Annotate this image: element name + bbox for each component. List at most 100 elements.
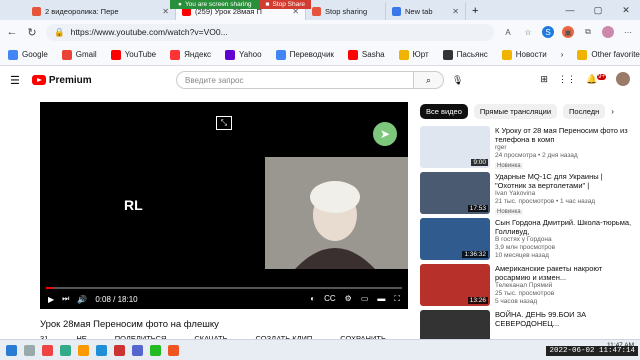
- duration-badge: 17:53: [467, 205, 488, 212]
- chevron-right-icon[interactable]: ›: [561, 50, 564, 59]
- next-icon[interactable]: ⏭: [62, 294, 69, 304]
- notification-badge: 9+: [597, 73, 606, 80]
- play-icon[interactable]: ▶: [48, 295, 54, 304]
- youtube-logo[interactable]: Premium: [31, 75, 92, 86]
- theater-icon[interactable]: ▬: [377, 294, 385, 304]
- bookmark[interactable]: Gmail: [61, 49, 97, 60]
- fullscreen-icon[interactable]: ⛶: [394, 294, 400, 304]
- taskbar: 11:47 AM: [0, 339, 640, 360]
- bookmark[interactable]: YouTube: [110, 49, 156, 60]
- create-icon[interactable]: ⊞: [540, 74, 548, 85]
- back-icon[interactable]: ←: [6, 26, 18, 38]
- tab-strip: 2 видеоролика: Пере ✕ (259) Урок 28мая П…: [0, 0, 640, 20]
- chip-live[interactable]: Прямые трансляции: [473, 104, 558, 119]
- address-toolbar: ← ↻ 🔒 https://www.youtube.com/watch?v=VO…: [0, 20, 640, 44]
- windows-start-icon[interactable]: [6, 344, 17, 356]
- chevron-right-icon[interactable]: ›: [611, 107, 614, 116]
- bookmark[interactable]: Яндекс: [170, 49, 211, 60]
- lock-icon: 🔒: [54, 26, 65, 37]
- volume-icon[interactable]: 🔊: [77, 295, 87, 304]
- minimize-icon[interactable]: —: [556, 5, 584, 15]
- video-thumbnail[interactable]: 9:00: [420, 126, 490, 168]
- rec-channel: Ivan Yakovina: [495, 190, 536, 197]
- app-icon[interactable]: [78, 344, 89, 356]
- chip-all[interactable]: Все видео: [420, 104, 468, 119]
- edge-icon[interactable]: [96, 344, 107, 356]
- list-item[interactable]: 1:36:32 Сын Гордона Дмитрий. Школа-тюрьм…: [420, 218, 634, 263]
- video-player[interactable]: RL ⤡ ➤ ▶ ⏭ 🔊 0:08 / 18:10 ◐ CC ⚙ ▭ ▬ ⛶: [40, 102, 408, 309]
- autoplay-toggle[interactable]: ◐: [310, 294, 315, 304]
- bell-icon[interactable]: 🔔9+: [586, 73, 606, 85]
- tab-label: 2 видеоролика: Пере: [45, 6, 119, 16]
- extension-icon[interactable]: ▣: [562, 26, 574, 38]
- search-icon[interactable]: [24, 344, 35, 356]
- other-favorites[interactable]: Other favorites: [577, 49, 640, 60]
- maximize-icon[interactable]: ▢: [584, 5, 612, 16]
- browser-tab[interactable]: 2 видеоролика: Пере ✕: [26, 2, 176, 20]
- list-item[interactable]: 9:00 К Уроку от 28 мая Переносим фото из…: [420, 126, 634, 171]
- app-icon[interactable]: [132, 344, 143, 356]
- mic-icon[interactable]: 🎙: [452, 75, 463, 86]
- camera-feed: [265, 157, 408, 269]
- settings-icon[interactable]: ⚙: [345, 294, 352, 304]
- rec-title: К Уроку от 28 мая Переносим фото из теле…: [495, 126, 628, 144]
- list-item[interactable]: 17:53 Ударные MQ-1C для Украины | "Охотн…: [420, 172, 634, 217]
- bookmark[interactable]: Пасьянс: [442, 49, 488, 60]
- address-bar[interactable]: 🔒 https://www.youtube.com/watch?v=VO0...: [46, 23, 494, 41]
- bookmark[interactable]: Sasha: [347, 49, 385, 60]
- bookmark[interactable]: Переводчик: [275, 49, 334, 60]
- extension-icon[interactable]: S: [542, 26, 554, 38]
- spade-icon: [442, 49, 453, 60]
- rec-stats: 25 тыс. просмотров: [495, 290, 555, 297]
- new-badge: Новинка: [495, 163, 523, 169]
- tab-favicon: [312, 6, 321, 16]
- bookmark[interactable]: Юрт: [398, 49, 429, 60]
- tab-label: Stop sharing: [325, 6, 368, 16]
- app-icon[interactable]: [150, 344, 161, 356]
- miniplayer-icon[interactable]: ▭: [361, 294, 369, 304]
- collections-icon[interactable]: ⧉: [582, 26, 594, 38]
- video-thumbnail[interactable]: 1:36:32: [420, 218, 490, 260]
- menu-icon[interactable]: ☰: [10, 74, 20, 87]
- youtube-icon: [347, 49, 358, 60]
- list-item[interactable]: 13:26 Американские ракеты накроют росарм…: [420, 264, 634, 309]
- duration-badge: 13:26: [467, 297, 488, 304]
- rec-age: 10 месяцев назад: [495, 252, 549, 259]
- favorite-star-icon[interactable]: ☆: [522, 26, 534, 38]
- browser-tab[interactable]: Stop sharing: [306, 2, 386, 20]
- bookmark[interactable]: Yahoo: [225, 49, 262, 60]
- read-aloud-icon[interactable]: A: [502, 26, 514, 38]
- app-icon[interactable]: [60, 344, 71, 356]
- search-input[interactable]: Введите запрос: [176, 71, 414, 89]
- profile-icon[interactable]: [602, 26, 614, 38]
- video-thumbnail[interactable]: 17:53: [420, 172, 490, 214]
- apps-icon[interactable]: ⋮⋮: [558, 74, 576, 85]
- share-icon: ●: [178, 1, 182, 8]
- chip-recent[interactable]: Последн: [563, 104, 606, 119]
- tab-favicon: [32, 6, 41, 16]
- app-icon[interactable]: [168, 344, 179, 356]
- folder-icon: [501, 49, 512, 60]
- stop-share-button[interactable]: ■ Stop Share: [259, 0, 312, 9]
- subtitles-icon[interactable]: CC: [324, 294, 336, 304]
- search-button[interactable]: ⌕: [414, 71, 444, 89]
- bookmark[interactable]: Новости: [501, 49, 547, 60]
- close-icon[interactable]: ✕: [162, 7, 169, 16]
- app-icon[interactable]: [114, 344, 125, 356]
- duration-badge: 1:36:32: [462, 251, 488, 258]
- new-badge: Новинка: [495, 209, 523, 215]
- browser-tab[interactable]: New tab ✕: [386, 2, 466, 20]
- app-icon[interactable]: [42, 344, 53, 356]
- avatar[interactable]: [616, 72, 630, 86]
- bookmark[interactable]: Google: [8, 49, 48, 60]
- more-icon[interactable]: ⋯: [622, 26, 634, 38]
- refresh-icon[interactable]: ↻: [26, 26, 38, 39]
- filter-chips: Все видео Прямые трансляции Последн ›: [420, 104, 614, 119]
- new-tab-icon[interactable]: +: [472, 5, 478, 17]
- video-thumbnail[interactable]: 13:26: [420, 264, 490, 306]
- close-icon[interactable]: ✕: [452, 7, 459, 16]
- collapse-icon[interactable]: ⤡: [216, 116, 232, 130]
- close-window-icon[interactable]: ✕: [612, 5, 640, 16]
- rec-title: Сын Гордона Дмитрий. Школа-тюрьма, Голли…: [495, 218, 632, 236]
- duration-badge: 9:00: [471, 159, 488, 166]
